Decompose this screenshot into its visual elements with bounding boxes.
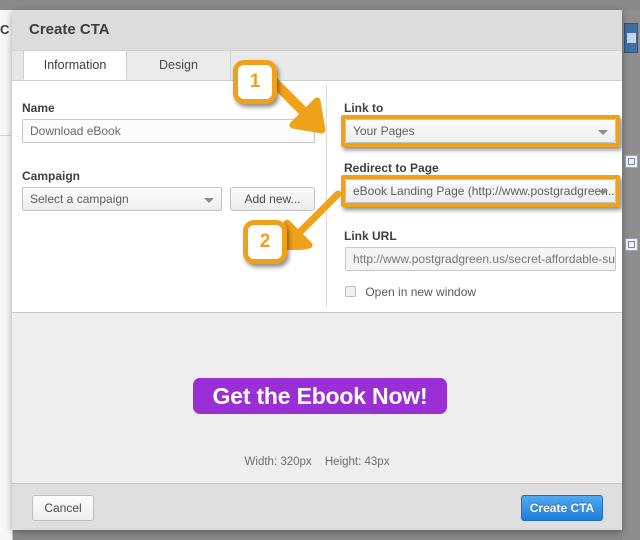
annotation-callout-1: 1 <box>233 60 277 104</box>
cta-height-label: Height: 43px <box>325 456 390 468</box>
background-blue-widget-icon <box>624 23 638 53</box>
campaign-label: Campaign <box>22 169 80 183</box>
form-body: Name Download eBook Campaign Select a ca… <box>12 81 622 313</box>
background-divider <box>0 135 11 136</box>
link-url-input[interactable]: http://www.postgradgreen.us/secret-affor… <box>345 247 616 271</box>
campaign-dropdown[interactable]: Select a campaign <box>22 187 222 211</box>
campaign-dropdown-value: Select a campaign <box>30 192 129 206</box>
tab-design[interactable]: Design <box>127 51 231 80</box>
tab-information[interactable]: Information <box>23 51 127 80</box>
cta-dimensions: Width: 320px Height: 43px <box>12 456 622 468</box>
background-mini-widget-icon-2 <box>625 238 638 251</box>
tab-bar: Information Design <box>12 51 622 81</box>
chevron-down-icon <box>598 130 608 135</box>
add-new-campaign-button[interactable]: Add new... <box>230 187 315 211</box>
cta-preview-area: Get the Ebook Now! Width: 320px Height: … <box>12 313 622 484</box>
dialog-title: Create CTA <box>29 21 110 38</box>
name-label: Name <box>22 101 55 115</box>
background-right-strip <box>622 10 640 540</box>
column-divider <box>326 85 327 307</box>
background-left-text: C <box>0 22 9 37</box>
annotation-callout-2: 2 <box>243 220 287 264</box>
link-to-value: Your Pages <box>353 124 415 138</box>
redirect-to-page-dropdown[interactable]: eBook Landing Page (http://www.postgradg… <box>345 179 616 203</box>
tab-bar-filler <box>231 51 622 80</box>
redirect-to-page-label: Redirect to Page <box>344 161 439 175</box>
chevron-down-icon <box>598 190 608 195</box>
open-new-window-row[interactable]: Open in new window <box>345 285 476 299</box>
create-cta-button[interactable]: Create CTA <box>521 495 603 521</box>
link-to-label: Link to <box>344 101 383 115</box>
name-input[interactable]: Download eBook <box>22 119 315 143</box>
background-mini-widget-icon-1 <box>625 155 638 168</box>
open-new-window-checkbox[interactable] <box>345 286 356 297</box>
cta-preview-button[interactable]: Get the Ebook Now! <box>193 378 447 414</box>
open-new-window-label: Open in new window <box>365 285 476 299</box>
dialog-header: Create CTA <box>12 10 622 51</box>
chevron-down-icon <box>204 198 214 203</box>
link-url-label: Link URL <box>344 229 397 243</box>
cancel-button[interactable]: Cancel <box>32 495 94 521</box>
redirect-to-page-value: eBook Landing Page (http://www.postgradg… <box>353 184 616 198</box>
cta-width-label: Width: 320px <box>245 456 312 468</box>
dialog-footer: Cancel Create CTA <box>12 484 622 530</box>
create-cta-dialog: Create CTA Information Design Name Downl… <box>12 10 622 530</box>
link-to-dropdown[interactable]: Your Pages <box>345 119 616 143</box>
